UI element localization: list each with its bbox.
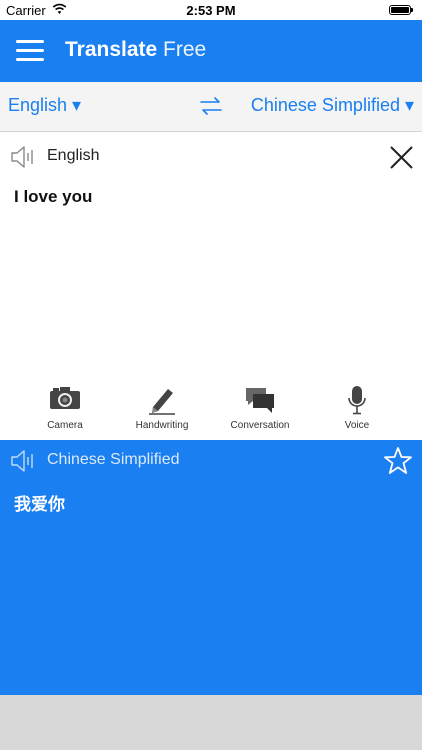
handwriting-button[interactable]: Handwriting — [112, 380, 212, 438]
status-bar: Carrier 2:53 PM — [0, 0, 422, 20]
chat-bubbles-icon — [246, 388, 274, 413]
microphone-icon — [348, 386, 366, 415]
clock: 2:53 PM — [186, 3, 236, 18]
star-icon[interactable] — [383, 446, 413, 476]
camera-label: Camera — [47, 420, 83, 431]
app-title-light: Free — [157, 38, 207, 61]
close-icon[interactable] — [389, 145, 414, 170]
app-title: Translate Free — [65, 38, 206, 62]
translation-output: 我爱你 — [14, 495, 65, 514]
language-bar: English ▾ Chinese Simplified ▾ — [0, 82, 422, 132]
swap-languages-icon[interactable] — [199, 95, 223, 117]
nav-bar: Translate Free — [0, 20, 422, 82]
target-language-label: Chinese Simplified — [47, 451, 180, 468]
input-tools: Camera Handwriting Conversation Voice — [0, 380, 422, 438]
app-title-bold: Translate — [65, 38, 158, 61]
voice-button[interactable]: Voice — [307, 380, 407, 438]
voice-label: Voice — [344, 420, 370, 431]
speaker-icon[interactable] — [10, 144, 38, 170]
speaker-icon[interactable] — [10, 448, 38, 474]
conversation-label: Conversation — [230, 420, 290, 431]
target-language-select[interactable]: Chinese Simplified ▾ — [251, 95, 414, 116]
handwriting-label: Handwriting — [135, 420, 189, 431]
hamburger-icon — [16, 40, 44, 43]
camera-icon — [50, 387, 80, 409]
pencil-icon — [149, 389, 175, 415]
conversation-button[interactable]: Conversation — [210, 380, 310, 438]
menu-button[interactable] — [16, 40, 44, 62]
bottom-area — [0, 695, 422, 750]
camera-button[interactable]: Camera — [15, 380, 115, 438]
battery-icon — [389, 5, 413, 15]
source-language-label: English — [47, 147, 100, 164]
target-panel: Chinese Simplified 我爱你 — [0, 440, 422, 695]
source-text-input[interactable]: I love you — [14, 187, 92, 207]
source-language-select[interactable]: English ▾ — [8, 95, 81, 116]
